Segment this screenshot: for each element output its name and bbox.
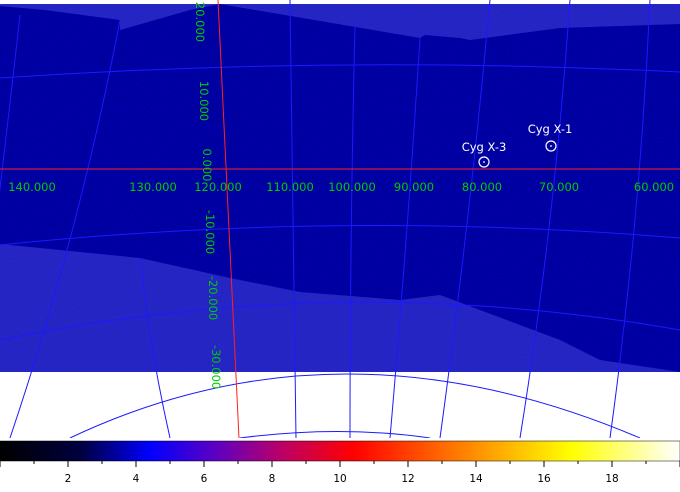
colorbar-tick-label: 6 <box>201 473 208 485</box>
colorbar-tick-label: 18 <box>605 473 618 485</box>
colorbar-tick-label: 14 <box>469 473 483 485</box>
image-viewer: 140.000 130.000 120.000 110.000 100.000 … <box>0 0 680 488</box>
longitude-label: 60.000 <box>634 180 674 194</box>
colorbar-tick-label: 4 <box>133 473 140 485</box>
sky-image[interactable]: 140.000 130.000 120.000 110.000 100.000 … <box>0 0 680 488</box>
colorbar-tick-label: 2 <box>65 473 72 485</box>
longitude-label: 120.000 <box>194 180 242 194</box>
colorbar-tick-label: 8 <box>269 473 276 485</box>
latitude-label: -10.000 <box>203 210 217 254</box>
colorbar-gradient <box>0 440 680 462</box>
latitude-label: -30.000 <box>209 345 223 389</box>
longitude-label: 90.000 <box>394 180 434 194</box>
colorbar: 2 4 6 8 10 12 14 16 18 <box>0 438 680 488</box>
latitude-label: -20.000 <box>206 276 220 320</box>
longitude-label: 100.000 <box>328 180 376 194</box>
longitude-label: 110.000 <box>266 180 314 194</box>
colorbar-tick-label: 12 <box>401 473 414 485</box>
latitude-label: 20.000 <box>193 2 207 42</box>
latitude-label: 10.000 <box>197 81 211 121</box>
source-label: Cyg X-1 <box>528 122 573 136</box>
longitude-label: 140.000 <box>8 180 56 194</box>
colorbar-tick-label: 10 <box>333 473 346 485</box>
source-label: Cyg X-3 <box>462 140 507 154</box>
latitude-label: 0.000 <box>200 149 214 182</box>
longitude-label: 130.000 <box>129 180 177 194</box>
longitude-label: 70.000 <box>539 180 579 194</box>
colorbar-tick-label: 16 <box>537 473 551 485</box>
longitude-label: 80.000 <box>462 180 502 194</box>
